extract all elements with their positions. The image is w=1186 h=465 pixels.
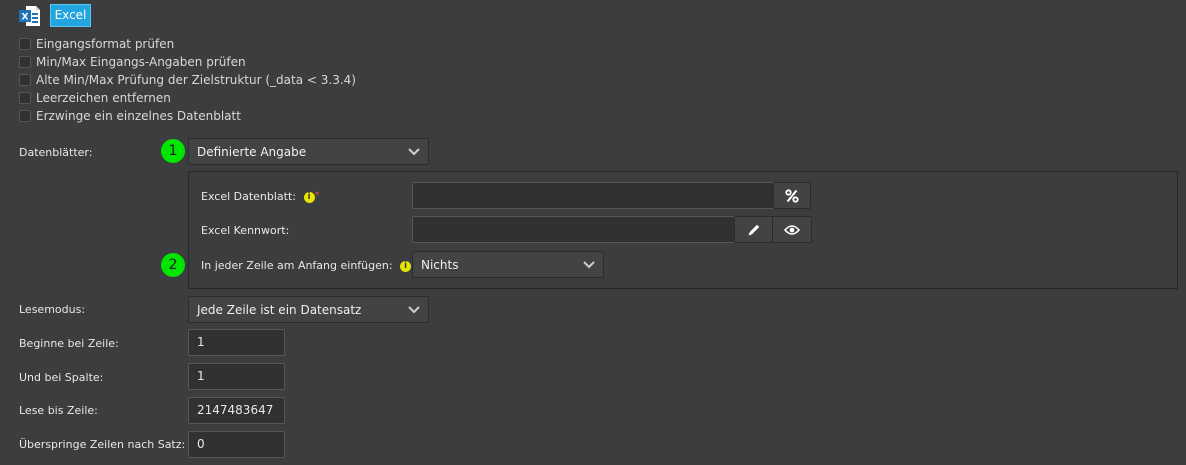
zeile-anfang-select[interactable]: Nichts: [412, 251, 604, 278]
checkbox-einzelnes-datenblatt[interactable]: Erzwinge ein einzelnes Datenblatt: [19, 107, 241, 125]
step-badge-1: 1: [161, 139, 185, 163]
checkbox-box[interactable]: [19, 92, 31, 104]
beginne-zeile-label: Beginne bei Zeile:: [19, 337, 119, 350]
excel-file-icon: X: [19, 6, 41, 26]
checkbox-label: Leerzeichen entfernen: [36, 91, 171, 105]
datenblaetter-value: Definierte Angabe: [197, 144, 307, 159]
chevron-down-icon: [583, 260, 595, 268]
chevron-down-icon: [408, 305, 420, 313]
percent-icon: [785, 188, 799, 203]
checkbox-label: Min/Max Eingangs-Angaben prüfen: [36, 55, 246, 69]
required-marker: *: [314, 190, 320, 201]
beginne-zeile-input[interactable]: 1: [188, 329, 285, 356]
lesemodus-select[interactable]: Jede Zeile ist ein Datensatz: [188, 296, 429, 323]
excel-datenblatt-input[interactable]: [412, 182, 774, 209]
datenblaetter-select[interactable]: Definierte Angabe: [188, 138, 429, 165]
checkbox-eingangsformat[interactable]: Eingangsformat prüfen: [19, 35, 174, 53]
und-spalte-input[interactable]: 1: [188, 363, 285, 390]
checkbox-min-max-eingang[interactable]: Min/Max Eingangs-Angaben prüfen: [19, 53, 246, 71]
ueberspringe-label: Überspringe Zeilen nach Satz:: [19, 438, 186, 451]
info-icon[interactable]: i: [303, 191, 315, 203]
checkbox-label: Eingangsformat prüfen: [36, 37, 175, 51]
pencil-icon: [748, 224, 759, 235]
datenblaetter-label: Datenblätter:: [19, 146, 93, 159]
zeile-anfang-label-row: In jeder Zeile am Anfang einfügen: i: [201, 259, 412, 272]
excel-datenblatt-label-row: Excel Datenblatt: i *: [201, 190, 320, 203]
checkbox-box[interactable]: [19, 38, 31, 50]
checkbox-label: Alte Min/Max Prüfung der Zielstruktur (_…: [36, 73, 356, 87]
und-spalte-label: Und bei Spalte:: [19, 371, 104, 384]
step-badge-2: 2: [161, 253, 185, 277]
checkbox-leerzeichen[interactable]: Leerzeichen entfernen: [19, 89, 171, 107]
ueberspringe-input[interactable]: 0: [188, 431, 285, 458]
excel-kennwort-label: Excel Kennwort:: [201, 224, 290, 237]
svg-text:X: X: [22, 13, 29, 23]
lese-bis-input[interactable]: 2147483647: [188, 397, 285, 424]
lesemodus-label: Lesemodus:: [19, 303, 86, 316]
chevron-down-icon: [408, 147, 420, 155]
info-icon[interactable]: i: [400, 260, 412, 272]
checkbox-box[interactable]: [19, 74, 31, 86]
excel-datenblatt-label: Excel Datenblatt:: [201, 190, 297, 203]
eye-icon: [784, 224, 800, 235]
checkbox-box[interactable]: [19, 56, 31, 68]
percent-button[interactable]: [773, 182, 811, 209]
show-password-button[interactable]: [772, 216, 812, 243]
excel-kennwort-input[interactable]: [412, 216, 735, 243]
edit-password-button[interactable]: [734, 216, 773, 243]
lesemodus-value: Jede Zeile ist ein Datensatz: [197, 302, 362, 317]
checkbox-box[interactable]: [19, 110, 31, 122]
lese-bis-label: Lese bis Zeile:: [19, 404, 98, 417]
excel-button[interactable]: Excel: [50, 4, 91, 27]
checkbox-alte-min-max[interactable]: Alte Min/Max Prüfung der Zielstruktur (_…: [19, 71, 356, 89]
checkbox-label: Erzwinge ein einzelnes Datenblatt: [36, 109, 241, 123]
zeile-anfang-label: In jeder Zeile am Anfang einfügen:: [201, 259, 393, 272]
zeile-anfang-value: Nichts: [421, 257, 459, 272]
